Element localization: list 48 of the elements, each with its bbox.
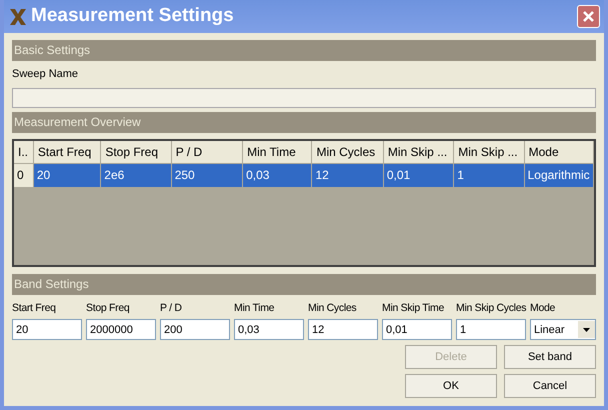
column-header[interactable]: Mode [524, 140, 594, 164]
table-cell: 12 [312, 164, 384, 186]
column-header[interactable]: Start Freq [34, 140, 102, 164]
table-cell: 2e6 [101, 164, 172, 186]
window-title: Measurement Settings [31, 4, 234, 28]
field-label: Min Cycles [308, 300, 358, 316]
table-cell: Logarithmic [524, 164, 594, 186]
field-label: Min Skip Cycles [456, 300, 526, 316]
table-cell: 0,03 [243, 164, 312, 186]
field-label: Min Skip Time [382, 300, 446, 316]
field-label: P / D [160, 300, 183, 316]
close-icon [582, 10, 595, 23]
close-button[interactable] [577, 5, 600, 28]
table-cell: 250 [172, 164, 244, 186]
sweep-name-field[interactable] [12, 88, 596, 108]
section-header: Measurement Overview [12, 112, 596, 132]
table-cell: 1 [454, 164, 525, 186]
column-header[interactable]: Min Cycles [312, 140, 384, 164]
field-label: Stop Freq [86, 300, 130, 316]
field-label: Sweep Name [12, 67, 80, 82]
column-header[interactable]: P / D [172, 140, 244, 164]
dropdown-value: Linear [533, 322, 566, 338]
input-field[interactable]: 200 [160, 319, 230, 340]
section-header: Basic Settings [12, 40, 596, 61]
x-logo-icon [8, 6, 28, 26]
column-header[interactable]: Min Time [243, 140, 312, 164]
input-field[interactable]: 20 [12, 319, 82, 340]
column-header[interactable]: I.. [14, 140, 34, 164]
table-cell: 0,01 [384, 164, 454, 186]
field-label: Mode [530, 300, 556, 316]
table-row[interactable]: 0 20 2e6 250 0,03 12 0,01 1 Logarithmic [14, 164, 594, 186]
column-header[interactable]: Min Skip ... [454, 140, 525, 164]
section-header: Band Settings [12, 274, 596, 294]
input-field[interactable]: 0,01 [382, 319, 452, 340]
column-header[interactable]: Min Skip ... [384, 140, 454, 164]
input-field[interactable]: 0,03 [234, 319, 304, 340]
input-field[interactable]: 2000000 [86, 319, 156, 340]
column-header[interactable]: Stop Freq [101, 140, 172, 164]
input-field[interactable]: 1 [456, 319, 526, 340]
input-field[interactable]: 12 [308, 319, 378, 340]
field-label: Start Freq [12, 300, 57, 316]
mode-dropdown[interactable]: Linear [530, 319, 596, 340]
table-cell: 0 [14, 164, 34, 186]
dialog-button[interactable]: Set band [504, 345, 596, 370]
dialog-button[interactable]: OK [405, 374, 497, 398]
field-label: Min Time [234, 300, 276, 316]
dialog-button[interactable]: Cancel [504, 374, 596, 398]
table-cell: 20 [34, 164, 102, 186]
